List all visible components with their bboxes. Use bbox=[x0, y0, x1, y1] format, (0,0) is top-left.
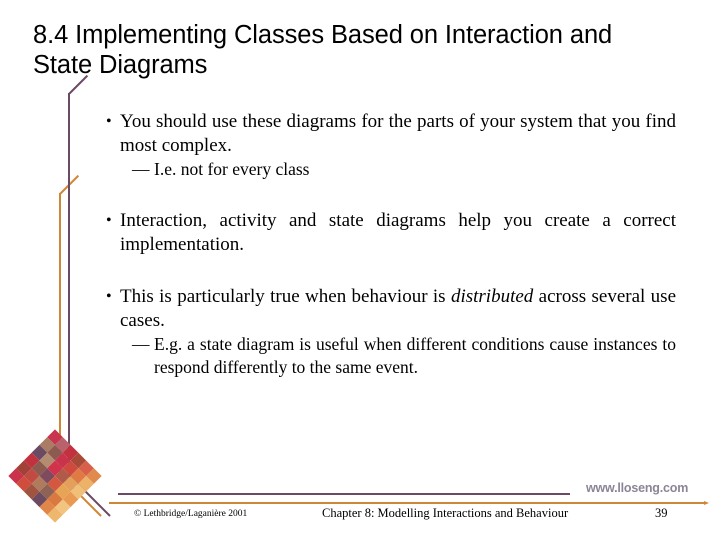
sub-bullet-level2-text: — I.e. not for every class bbox=[132, 158, 676, 181]
bullet-level1-text: • This is particularly true when behaviou… bbox=[104, 285, 676, 333]
sub-bullet-level2-text: — E.g. a state diagram is useful when dif… bbox=[132, 333, 676, 379]
slide-canvas: 8.4 Implementing Classes Based on Intera… bbox=[0, 0, 720, 540]
bullet-1-sub-body: I.e. not for every class bbox=[154, 159, 310, 179]
decorative-horizontal-rule-purple bbox=[118, 493, 570, 495]
bullet-level1-text: • You should use these diagrams for the p… bbox=[104, 110, 676, 158]
quilt-diamond-logo bbox=[8, 429, 102, 523]
footer-page-number: 39 bbox=[655, 506, 668, 520]
website-watermark: www.lloseng.com bbox=[586, 481, 689, 495]
bullet-item-1: • You should use these diagrams for the p… bbox=[104, 110, 676, 181]
em-dash-icon: — bbox=[132, 159, 150, 179]
bullet-1-body: You should use these diagrams for the pa… bbox=[120, 111, 676, 156]
bullet-level1-text: • Interaction, activity and state diagram… bbox=[104, 209, 676, 257]
decorative-vertical-rule-purple bbox=[68, 93, 70, 475]
footer-copyright: © Lethbridge/Laganière 2001 bbox=[134, 509, 248, 519]
bullet-3-body-before: This is particularly true when behaviour… bbox=[120, 286, 451, 307]
bullet-item-2: • Interaction, activity and state diagram… bbox=[104, 209, 676, 257]
bullet-dot-icon: • bbox=[106, 212, 112, 229]
page-title: 8.4 Implementing Classes Based on Intera… bbox=[33, 21, 613, 79]
bullet-3-body-emphasis: distributed bbox=[450, 286, 534, 307]
slide-body: • You should use these diagrams for the p… bbox=[104, 110, 676, 379]
bullet-3-sub-body: E.g. a state diagram is useful when diff… bbox=[154, 334, 676, 377]
em-dash-icon: — bbox=[132, 334, 150, 354]
decorative-horizontal-rule-orange bbox=[109, 501, 709, 505]
bullet-dot-icon: • bbox=[106, 288, 112, 305]
bullet-dot-icon: • bbox=[106, 113, 112, 130]
bullet-item-3: • This is particularly true when behaviou… bbox=[104, 285, 676, 379]
footer-chapter-title: Chapter 8: Modelling Interactions and Be… bbox=[322, 506, 569, 520]
bullet-2-body: Interaction, activity and state diagrams… bbox=[120, 210, 676, 255]
